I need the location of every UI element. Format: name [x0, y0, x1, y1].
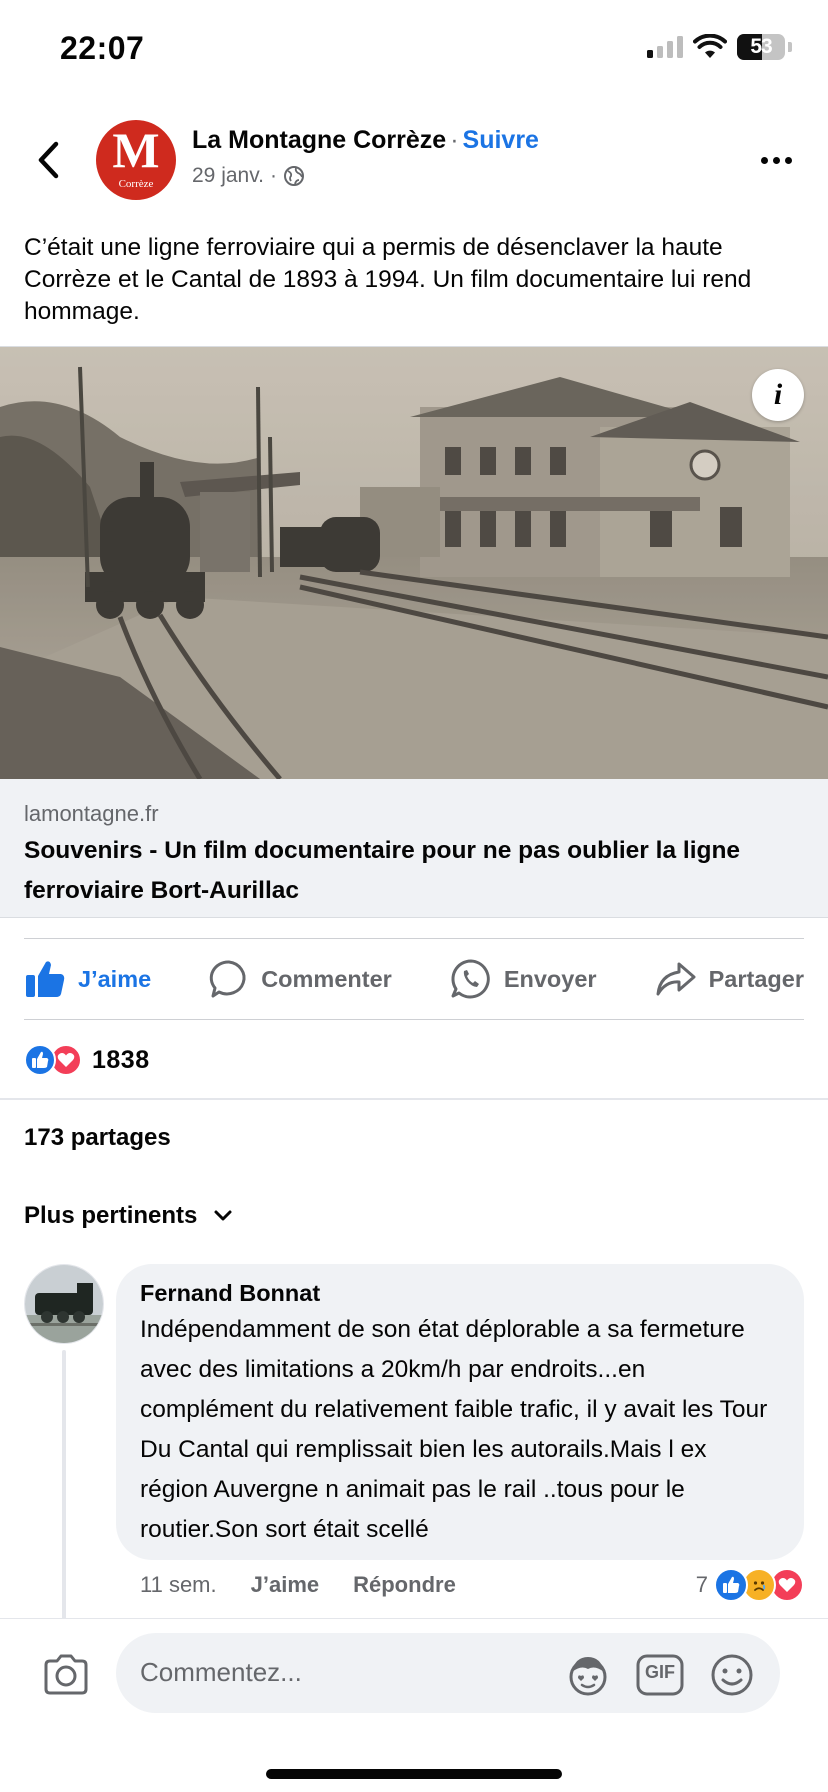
link-preview-image[interactable]: i — [0, 347, 828, 779]
emoji-icon — [711, 1654, 753, 1696]
battery-icon: 53 — [737, 34, 785, 60]
comment-bubble[interactable]: Fernand Bonnat Indépendamment de son éta… — [116, 1264, 804, 1560]
page-avatar-letter: M — [112, 122, 160, 178]
camera-button[interactable] — [40, 1649, 92, 1701]
avatar-sticker-icon — [569, 1657, 607, 1696]
status-icons: 53 — [647, 34, 792, 60]
comment-like-button[interactable]: J’aime — [251, 1572, 320, 1598]
post-meta: 29 janv. · — [192, 164, 305, 188]
page-avatar[interactable]: M Corrèze — [96, 120, 176, 200]
chevron-down-icon — [214, 1210, 232, 1221]
more-dot-icon — [784, 156, 792, 164]
info-icon: i — [773, 378, 783, 411]
cellular-signal-icon — [647, 36, 683, 58]
reactions-summary[interactable]: 1838 — [24, 1042, 150, 1078]
thumbs-up-icon — [26, 961, 65, 997]
comment-button[interactable]: Commenter — [209, 959, 392, 999]
whatsapp-icon — [451, 959, 490, 999]
sort-label: Plus pertinents — [24, 1202, 198, 1229]
back-button[interactable] — [28, 136, 68, 184]
share-arrow-icon — [656, 962, 696, 996]
info-button[interactable]: i — [752, 369, 804, 421]
like-button-label: J’aime — [78, 965, 152, 992]
link-domain: lamontagne.fr — [24, 801, 159, 826]
shares-count[interactable]: 173 partages — [24, 1124, 171, 1152]
send-button-label: Envoyer — [503, 965, 597, 992]
post-text: C’était une ligne ferroviaire qui a perm… — [24, 234, 752, 325]
reaction-count: 1838 — [92, 1045, 150, 1074]
name-separator: · — [450, 126, 459, 154]
page-name-line: La Montagne Corrèze · Suivre — [192, 126, 539, 155]
share-button-label: Partager — [708, 965, 804, 992]
like-reaction-icon — [714, 1568, 748, 1602]
comment-reactions[interactable]: 7 — [696, 1568, 804, 1602]
comment-composer: Commentez... GIF — [0, 1618, 828, 1792]
page-name[interactable]: La Montagne Corrèze — [192, 126, 446, 154]
commenter-avatar[interactable] — [24, 1264, 104, 1344]
post-action-bar: J’aime Commenter Envoyer Partager — [24, 938, 804, 1020]
send-button[interactable]: Envoyer — [450, 958, 597, 1000]
gif-button[interactable]: GIF — [636, 1651, 684, 1699]
gif-label: GIF — [645, 1662, 675, 1682]
comment-reaction-count: 7 — [695, 1572, 708, 1597]
status-bar: 22:07 53 — [0, 0, 828, 100]
emoji-button[interactable] — [708, 1651, 756, 1699]
status-time: 22:07 — [60, 30, 145, 66]
more-options-button[interactable] — [754, 146, 798, 174]
battery-tip — [788, 42, 792, 52]
more-dot-icon — [760, 156, 768, 164]
like-reaction-icon — [24, 1044, 56, 1076]
divider — [0, 1098, 828, 1100]
comment-footer: 11 sem. J’aime Répondre 7 — [140, 1568, 804, 1602]
page-avatar-subtitle: Corrèze — [118, 178, 154, 190]
chevron-left-icon — [38, 141, 59, 179]
meta-separator: · — [270, 164, 277, 187]
comment-sort-dropdown[interactable]: Plus pertinents — [24, 1202, 233, 1230]
share-button[interactable]: Partager — [655, 961, 804, 997]
comment-author[interactable]: Fernand Bonnat — [140, 1278, 780, 1308]
globe-icon — [284, 166, 304, 186]
post-date[interactable]: 29 janv. — [192, 164, 264, 188]
battery-percent: 53 — [750, 35, 772, 58]
link-title[interactable]: Souvenirs - Un film documentaire pour ne… — [24, 831, 804, 911]
thread-line — [62, 1350, 66, 1620]
follow-button[interactable]: Suivre — [463, 126, 539, 154]
comment-time[interactable]: 11 sem. — [140, 1572, 217, 1598]
comment-input-placeholder: Commentez... — [140, 1657, 302, 1687]
comment-button-label: Commenter — [261, 965, 392, 992]
train-station-photo — [0, 347, 828, 779]
comment-text: Indépendamment de son état déplorable a … — [140, 1316, 768, 1543]
comment-reply-button[interactable]: Répondre — [353, 1572, 456, 1598]
link-preview-card[interactable]: i lamontagne.fr Souvenirs - Un film docu… — [0, 346, 828, 918]
camera-icon — [44, 1654, 88, 1695]
more-dot-icon — [772, 156, 780, 164]
locomotive-avatar-image — [25, 1265, 103, 1343]
comment-bubble-icon — [210, 960, 246, 998]
comment-input[interactable]: Commentez... GIF — [116, 1633, 780, 1713]
home-indicator[interactable] — [266, 1769, 562, 1779]
wifi-icon — [693, 34, 727, 58]
like-button[interactable]: J’aime — [24, 959, 151, 999]
post-header: M Corrèze La Montagne Corrèze · Suivre 29 … — [0, 112, 828, 208]
avatar-sticker-button[interactable] — [564, 1651, 612, 1699]
